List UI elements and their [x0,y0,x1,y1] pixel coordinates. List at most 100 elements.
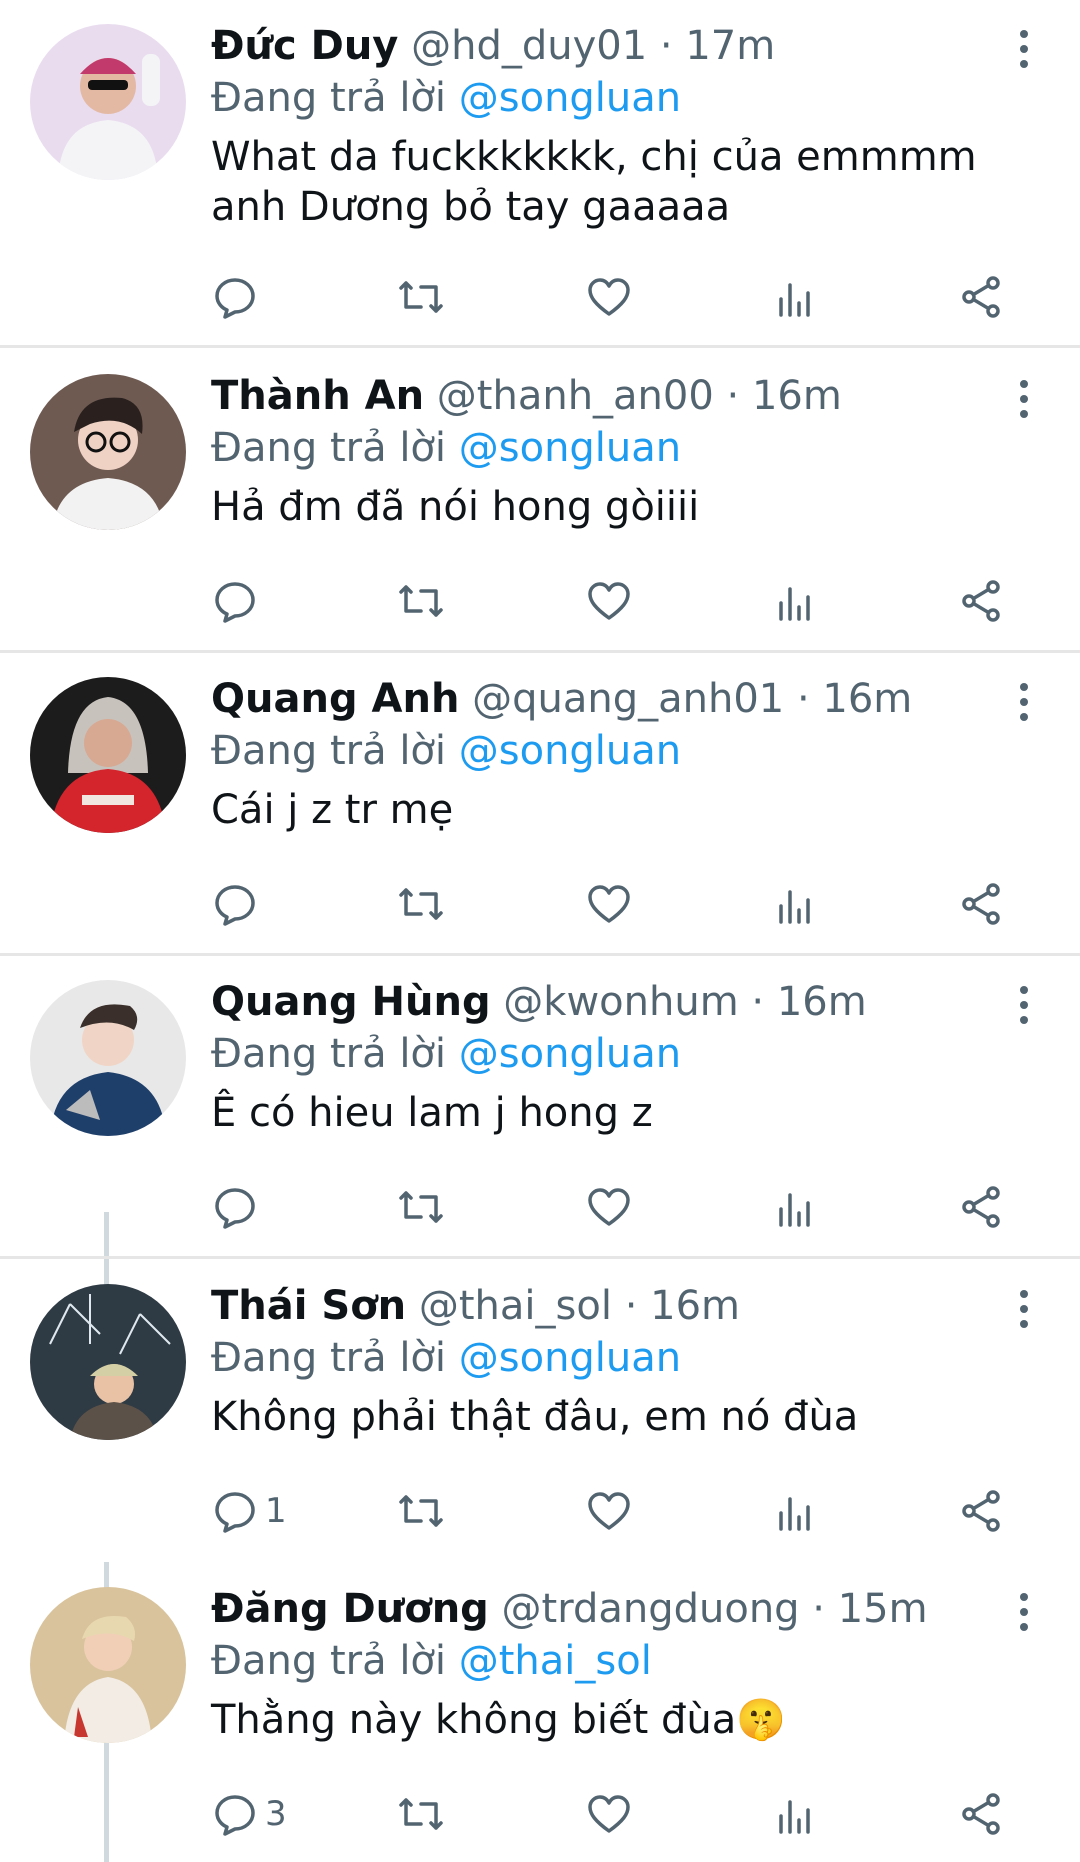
username[interactable]: @kwonhum [503,979,738,1025]
action-bar: 1 [211,1484,1011,1538]
reply-icon [215,582,255,623]
like-icon [588,885,630,923]
separator-dot: · [624,1283,638,1329]
mention-link[interactable]: @songluan [459,1335,681,1381]
retweet-button[interactable] [397,1484,445,1538]
like-button[interactable] [585,574,633,628]
more-options-icon[interactable] [1014,986,1034,1030]
share-button[interactable] [957,1180,1005,1234]
reply-button[interactable] [211,877,265,931]
timestamp[interactable]: 16m [822,676,912,722]
retweet-button[interactable] [397,574,445,628]
timestamp[interactable]: 16m [752,373,842,419]
replying-to: Đang trả lời @thai_sol [211,1635,1001,1687]
like-button[interactable] [585,1787,633,1841]
views-button[interactable] [771,1484,819,1538]
separator-dot: · [726,373,740,419]
avatar[interactable] [30,1284,186,1440]
display-name[interactable]: Đăng Dương [211,1586,489,1632]
retweet-icon [399,1191,443,1223]
tweet[interactable]: Đức Duy @hd_duy01 · 17m Đang trả lời @so… [0,0,1080,345]
timestamp[interactable]: 15m [838,1586,928,1632]
share-button[interactable] [957,574,1005,628]
display-name[interactable]: Quang Hùng [211,979,491,1025]
mention-link[interactable]: @songluan [459,728,681,774]
share-button[interactable] [957,1484,1005,1538]
like-button[interactable] [585,877,633,931]
replying-to-label: Đang trả lời [211,75,447,121]
username[interactable]: @thai_sol [419,1283,612,1329]
timestamp[interactable]: 16m [650,1283,740,1329]
share-icon [962,1186,1000,1228]
share-button[interactable] [957,1787,1005,1841]
more-options-icon[interactable] [1014,1593,1034,1637]
mention-link[interactable]: @songluan [459,75,681,121]
tweet-text: Ê có hieu lam j hong z [211,1090,653,1136]
reply-icon [215,1795,255,1836]
mention-link[interactable]: @songluan [459,1031,681,1077]
username[interactable]: @thanh_an00 [437,373,714,419]
action-bar [211,574,1011,628]
views-button[interactable] [771,574,819,628]
retweet-button[interactable] [397,270,445,324]
views-icon [779,1193,810,1227]
display-name[interactable]: Thái Sơn [211,1283,406,1329]
tweet-text: Cái j z tr mẹ [211,787,454,833]
timestamp[interactable]: 17m [685,23,775,69]
reply-count: 3 [265,1794,287,1834]
mention-link[interactable]: @songluan [459,425,681,471]
action-bar [211,877,1011,931]
replying-to: Đang trả lời @songluan [211,1028,1001,1080]
more-options-icon[interactable] [1014,30,1034,74]
like-icon [588,1795,630,1833]
divider [0,1256,1080,1259]
retweet-icon [399,888,443,920]
like-icon [588,1492,630,1530]
like-button[interactable] [585,270,633,324]
avatar[interactable] [30,1587,186,1743]
reply-button[interactable]: 1 [211,1484,287,1538]
tweet[interactable]: Đăng Dương @trdangduong · 15m Đang trả l… [0,1563,1080,1862]
reply-count: 1 [265,1491,287,1531]
views-button[interactable] [771,1180,819,1234]
tweet[interactable]: Thành An @thanh_an00 · 16m Đang trả lời … [0,350,1080,650]
timestamp[interactable]: 16m [777,979,867,1025]
retweet-button[interactable] [397,877,445,931]
share-button[interactable] [957,270,1005,324]
reply-icon [215,885,255,926]
reply-button[interactable]: 3 [211,1787,287,1841]
like-button[interactable] [585,1180,633,1234]
mention-link[interactable]: @thai_sol [459,1638,652,1684]
views-button[interactable] [771,1787,819,1841]
tweet[interactable]: Quang Hùng @kwonhum · 16m Đang trả lời @… [0,956,1080,1256]
username[interactable]: @hd_duy01 [411,23,647,69]
username[interactable]: @trdangduong [502,1586,800,1632]
reply-button[interactable] [211,270,265,324]
more-options-icon[interactable] [1014,683,1034,727]
tweet[interactable]: Quang Anh @quang_anh01 · 16m Đang trả lờ… [0,653,1080,953]
more-options-icon[interactable] [1014,1290,1034,1334]
like-button[interactable] [585,1484,633,1538]
share-button[interactable] [957,877,1005,931]
retweet-icon [399,281,443,313]
views-button[interactable] [771,877,819,931]
display-name[interactable]: Đức Duy [211,23,398,69]
retweet-button[interactable] [397,1787,445,1841]
like-icon [588,582,630,620]
more-options-icon[interactable] [1014,380,1034,424]
username[interactable]: @quang_anh01 [472,676,784,722]
reply-button[interactable] [211,1180,265,1234]
views-button[interactable] [771,270,819,324]
avatar[interactable] [30,980,186,1136]
tweet-header: Đăng Dương @trdangduong · 15m [211,1583,1001,1635]
retweet-button[interactable] [397,1180,445,1234]
avatar[interactable] [30,677,186,833]
replying-to-label: Đang trả lời [211,1638,447,1684]
display-name[interactable]: Quang Anh [211,676,459,722]
display-name[interactable]: Thành An [211,373,424,419]
avatar[interactable] [30,374,186,530]
divider [0,345,1080,348]
avatar[interactable] [30,24,186,180]
reply-button[interactable] [211,574,265,628]
tweet[interactable]: Thái Sơn @thai_sol · 16m Đang trả lời @s… [0,1260,1080,1560]
